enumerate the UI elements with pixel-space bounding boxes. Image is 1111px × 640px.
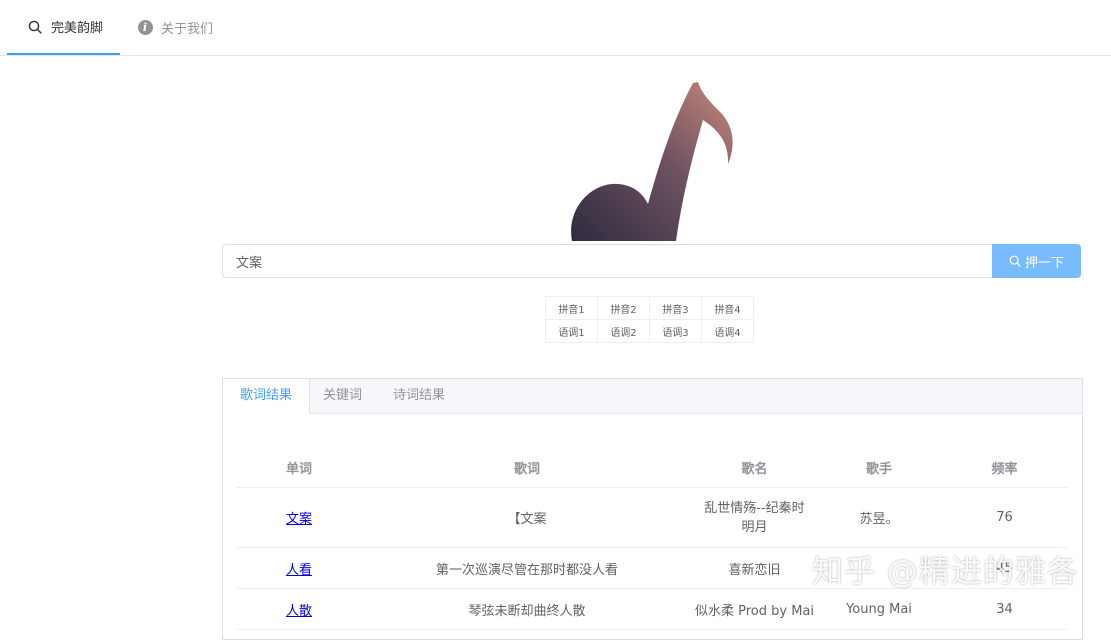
tab-poetry-results[interactable]: 诗词结果 xyxy=(376,379,462,413)
column-header-frequency: 频率 xyxy=(941,447,1068,488)
nav-item-label: 关于我们 xyxy=(161,22,214,37)
search-icon xyxy=(1009,255,1021,267)
word-link[interactable]: 人看 xyxy=(286,563,312,578)
pinyin-cell: 拼音1 xyxy=(545,296,598,320)
column-header-song: 歌名 xyxy=(692,447,817,488)
word-link[interactable]: 文案 xyxy=(286,512,312,527)
frequency-cell: 34 xyxy=(941,588,1068,630)
nav-item-about-us[interactable]: i 关于我们 xyxy=(137,0,213,55)
pinyin-tone-grid: 拼音1 拼音2 拼音3 拼音4 语调1 语调2 语调3 语调4 xyxy=(545,296,754,343)
pinyin-cell: 拼音3 xyxy=(649,296,702,320)
search-button-label: 押一下 xyxy=(1024,255,1064,271)
pinyin-cell: 拼音4 xyxy=(701,296,754,320)
results-table: 单词 歌词 歌名 歌手 频率 文案 【文案 乱世情殇--纪秦时明月 苏昱。 76… xyxy=(236,447,1068,630)
frequency-cell: 76 xyxy=(941,487,1068,548)
music-note-icon xyxy=(570,80,735,242)
tone-cell: 语调1 xyxy=(545,319,598,343)
pinyin-cell: 拼音2 xyxy=(597,296,650,320)
column-header-lyric: 歌词 xyxy=(362,447,692,488)
song-cell: 乱世情殇--纪秦时明月 xyxy=(692,487,817,548)
song-cell: 喜新恋旧 xyxy=(692,547,817,589)
watermark: 知乎 @精进的雅各 xyxy=(812,554,1079,590)
word-cell: 文案 xyxy=(236,487,362,548)
results-tabs: 歌词结果 关键词 诗词结果 xyxy=(223,379,1082,414)
word-link[interactable]: 人散 xyxy=(286,604,312,619)
search-icon xyxy=(27,19,43,35)
lyric-cell: 【文案 xyxy=(362,487,692,548)
search-input[interactable] xyxy=(222,244,993,278)
tone-cell: 语调4 xyxy=(701,319,754,343)
singer-cell: 苏昱。 xyxy=(817,487,941,548)
column-header-word: 单词 xyxy=(236,447,362,488)
table-row: 文案 【文案 乱世情殇--纪秦时明月 苏昱。 76 xyxy=(236,487,1068,548)
table-header-row: 单词 歌词 歌名 歌手 频率 xyxy=(236,447,1068,488)
nav-item-label: 完美韵脚 xyxy=(51,21,104,36)
rhyme-search-button[interactable]: 押一下 xyxy=(992,244,1081,278)
tab-lyrics-results[interactable]: 歌词结果 xyxy=(223,379,311,414)
word-cell: 人散 xyxy=(236,588,362,630)
tone-cell: 语调2 xyxy=(597,319,650,343)
table-row: 人散 琴弦未断却曲终人散 似水柔 Prod by Mai Young Mai 3… xyxy=(236,588,1068,630)
tone-cell: 语调3 xyxy=(649,319,702,343)
tab-keywords[interactable]: 关键词 xyxy=(306,379,379,413)
tone-row: 语调1 语调2 语调3 语调4 xyxy=(545,319,754,343)
song-cell: 似水柔 Prod by Mai xyxy=(692,588,817,630)
lyric-cell: 第一次巡演尽管在那时都没人看 xyxy=(362,547,692,589)
lyric-cell: 琴弦未断却曲终人散 xyxy=(362,588,692,630)
nav-item-perfect-rhyme[interactable]: 完美韵脚 xyxy=(7,0,121,55)
results-card: 歌词结果 关键词 诗词结果 单词 歌词 歌名 歌手 频率 文案 【文案 乱世情殇… xyxy=(222,378,1083,640)
info-icon: i xyxy=(137,20,153,36)
singer-cell: Young Mai xyxy=(817,588,941,630)
column-header-singer: 歌手 xyxy=(817,447,941,488)
pinyin-row: 拼音1 拼音2 拼音3 拼音4 xyxy=(545,296,754,320)
top-nav: 完美韵脚 i 关于我们 xyxy=(0,0,1111,56)
word-cell: 人看 xyxy=(236,547,362,589)
